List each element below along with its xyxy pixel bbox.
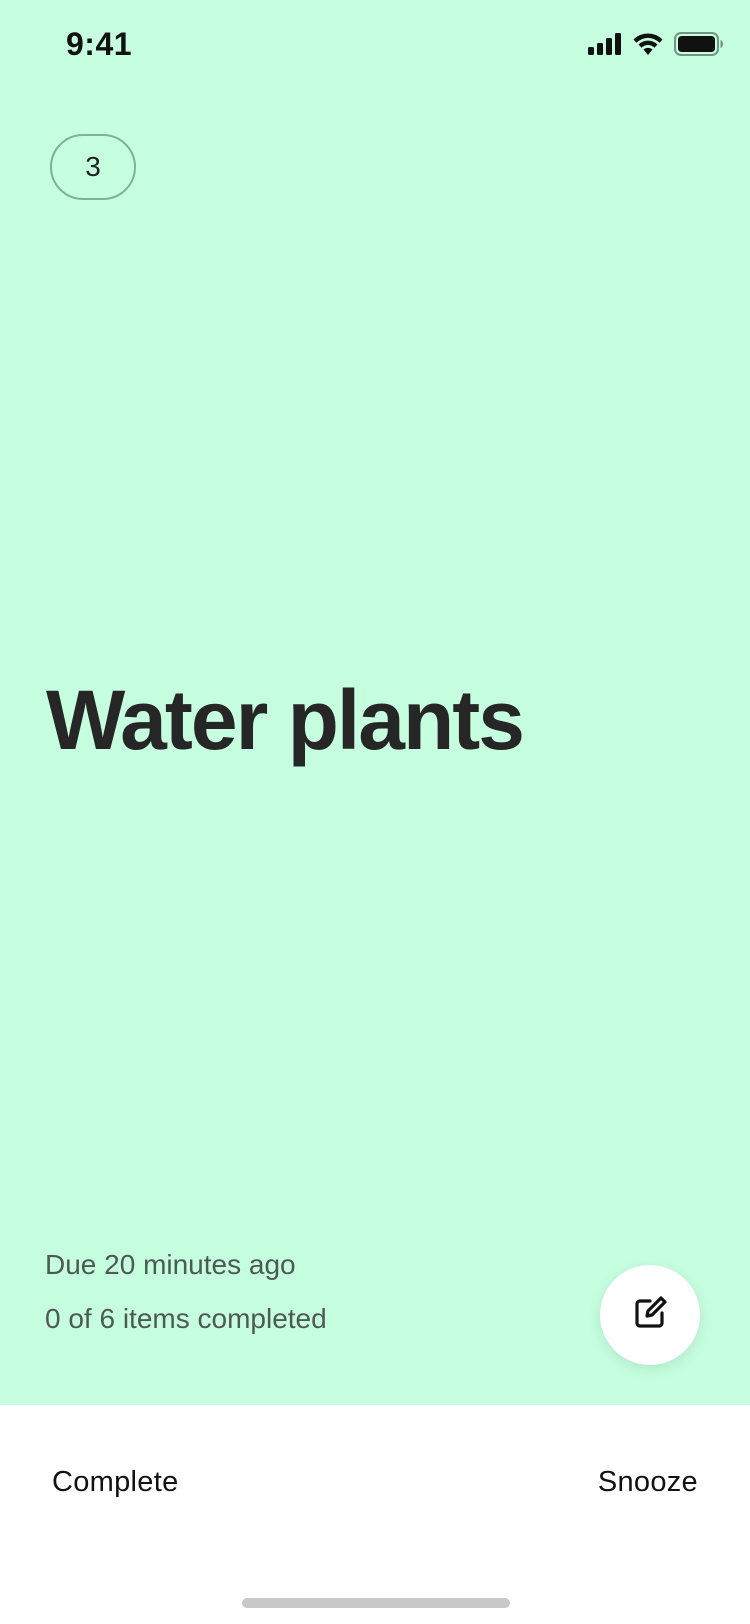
task-card: 9:41 3 Water plants Due 20 minutes ago 0… — [0, 0, 750, 1405]
snooze-button[interactable]: Snooze — [598, 1466, 698, 1499]
cellular-signal-icon — [588, 32, 622, 60]
complete-button[interactable]: Complete — [52, 1466, 179, 1499]
status-time: 9:41 — [66, 26, 133, 62]
wifi-icon — [632, 32, 664, 61]
status-bar: 9:41 — [0, 0, 750, 92]
task-screen: 9:41 3 Water plants Due 20 minutes ago 0… — [0, 0, 750, 1624]
due-status: Due 20 minutes ago — [45, 1249, 296, 1280]
bottom-action-bar — [0, 1405, 750, 1624]
status-icons — [588, 31, 724, 61]
edit-icon — [630, 1293, 670, 1338]
task-title: Water plants — [46, 673, 525, 767]
home-indicator[interactable] — [242, 1598, 510, 1608]
edit-button[interactable] — [600, 1265, 700, 1365]
items-progress: 0 of 6 items completed — [45, 1303, 327, 1334]
battery-icon — [674, 31, 724, 61]
count-badge[interactable]: 3 — [50, 134, 136, 200]
